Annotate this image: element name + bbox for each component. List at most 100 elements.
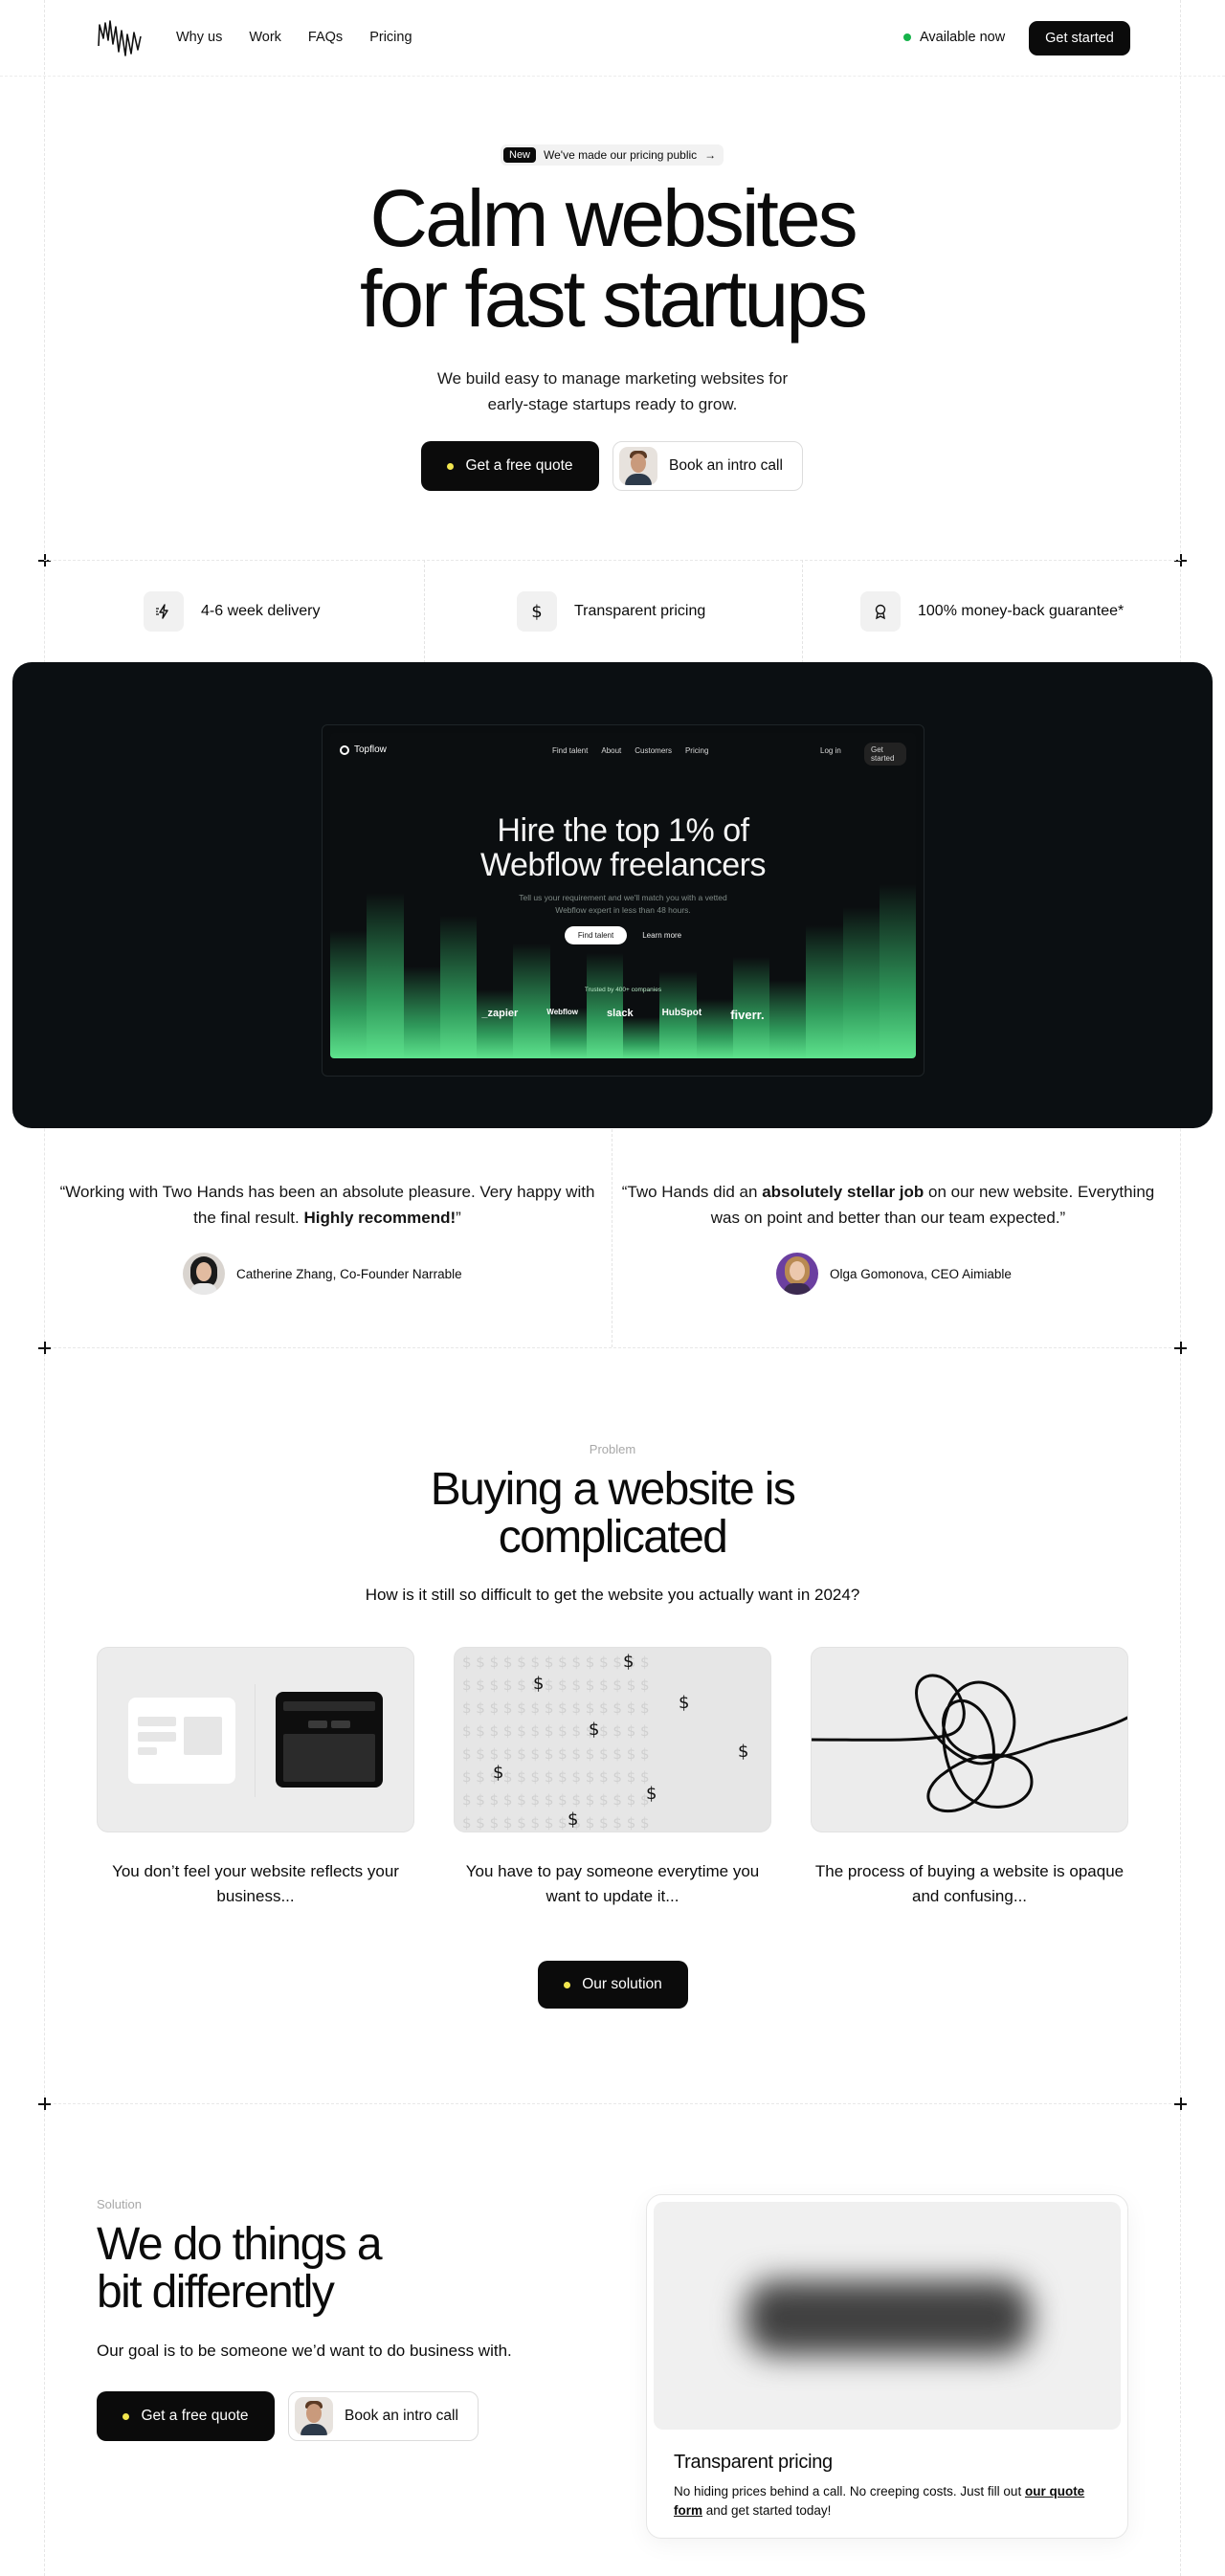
- feature-delivery: 4-6 week delivery: [144, 560, 321, 663]
- quote-emphasis: Highly recommend!: [303, 1209, 457, 1227]
- free-quote-button[interactable]: Get a free quote: [97, 2391, 275, 2441]
- quote-text: ”: [456, 1209, 461, 1227]
- divider: [424, 560, 425, 663]
- quote-text: “Two Hands did an: [621, 1183, 763, 1201]
- problem-caption: The process of buying a website is opaqu…: [814, 1862, 1125, 1905]
- intro-call-button[interactable]: Book an intro call: [612, 441, 803, 491]
- mockup-login: Log in: [820, 746, 841, 755]
- light-site-illustration: [128, 1698, 235, 1784]
- nav-links: Why us Work FAQs Pricing: [176, 30, 412, 45]
- top-navigation: Why us Work FAQs Pricing Available now G…: [0, 0, 1225, 77]
- svg-text:$ $ $ $ $ $ $ $ $ $: $ $ $ $ $ $ $ $ $ $ $ $ $ $: [462, 1768, 650, 1786]
- hero-title-line: for fast startups: [360, 254, 868, 344]
- intro-call-label: Book an intro call: [669, 457, 783, 474]
- get-started-button[interactable]: Get started: [1029, 21, 1130, 56]
- free-quote-button[interactable]: Get a free quote: [421, 441, 599, 491]
- dark-site-illustration: [276, 1692, 383, 1788]
- solution-title-line: bit differently: [97, 2267, 335, 2318]
- new-badge: New: [503, 147, 537, 163]
- website-mockup[interactable]: Topflow Find talent About Customers Pric…: [322, 724, 924, 1077]
- divider: [802, 560, 803, 663]
- svg-text:$ $ $ $ $ $ $ $ $ $: $ $ $ $ $ $ $ $ $ $ $ $ $ $: [462, 1654, 650, 1671]
- hero-title: Calm websites for fast startups: [230, 178, 995, 339]
- plus-marker-icon: [1174, 1342, 1187, 1354]
- card-text-part: No hiding prices behind a call. No creep…: [674, 2484, 1025, 2498]
- hero-cta-row: Get a free quote Book an intro call: [421, 441, 803, 491]
- mockup-nav-link: Find talent: [552, 746, 589, 755]
- feature-label: Transparent pricing: [574, 603, 706, 619]
- blurred-preview-image: [654, 2202, 1121, 2430]
- card-text-part: and get started today!: [702, 2503, 832, 2518]
- mockup-nav-link: About: [601, 746, 622, 755]
- plus-marker-icon: [1174, 2098, 1187, 2110]
- intro-call-label: Book an intro call: [345, 2408, 458, 2424]
- author-name: Olga Gomonova, CEO Aimiable: [830, 1266, 1012, 1281]
- dot-icon: [122, 2412, 130, 2420]
- hubspot-logo: HubSpot: [661, 1008, 702, 1018]
- svg-text:$ $ $ $ $ $ $ $ $ $: $ $ $ $ $ $ $ $ $ $ $ $ $ $: [462, 1677, 650, 1694]
- webflow-logo: Webflow: [546, 1008, 579, 1016]
- feature-pricing: $ Transparent pricing: [517, 560, 705, 663]
- topflow-logo-icon: [340, 744, 349, 755]
- card-title: Transparent pricing: [674, 2452, 833, 2473]
- author-name: Catherine Zhang, Co-Founder Narrable: [236, 1266, 462, 1281]
- mockup-title-line: Webflow freelancers: [480, 847, 766, 883]
- svg-text:$ $ $ $ $ $ $ $ $ $: $ $ $ $ $ $ $ $ $ $ $ $ $ $: [462, 1745, 650, 1763]
- avatar: [183, 1253, 225, 1295]
- award-icon: [860, 591, 901, 632]
- svg-text:$: $: [533, 1674, 544, 1694]
- hero-subtitle-line: early-stage startups ready to grow.: [487, 395, 738, 413]
- testimonial-quote: “Two Hands did an absolutely stellar job…: [620, 1179, 1156, 1231]
- announcement-badge[interactable]: New We've made our pricing public →: [501, 144, 724, 166]
- arrow-right-icon: →: [704, 148, 717, 162]
- problem-subtitle: How is it still so difficult to get the …: [365, 1586, 860, 1604]
- nav-link-faqs[interactable]: FAQs: [308, 30, 343, 45]
- our-solution-button[interactable]: Our solution: [538, 1961, 688, 2009]
- zapier-logo: _zapier: [481, 1008, 519, 1019]
- dollar-grid-illustration: $ $ $ $ $ $ $ $ $ $ $ $ $ $ $ $ $ $ $ $ …: [462, 1652, 748, 1832]
- mockup-subtitle: Tell us your requirement and we'll match…: [330, 892, 916, 917]
- nav-link-why-us[interactable]: Why us: [176, 30, 222, 45]
- problem-card-payments: $ $ $ $ $ $ $ $ $ $ $ $ $ $ $ $ $ $ $ $ …: [454, 1647, 771, 1832]
- mockup-client-logos: _zapier Webflow slack HubSpot fiverr.: [330, 1008, 916, 1022]
- mockup-learn-more-link: Learn more: [642, 931, 682, 940]
- mockup-buttons: Find talent Learn more: [330, 926, 916, 944]
- svg-text:$ $ $ $ $ $ $ $ $ $: $ $ $ $ $ $ $ $ $ $ $ $ $ $: [462, 1791, 650, 1809]
- testimonial-author: Olga Gomonova, CEO Aimiable: [776, 1253, 1012, 1295]
- two-hands-logo[interactable]: [96, 17, 144, 59]
- intro-call-button[interactable]: Book an intro call: [288, 2391, 479, 2441]
- mockup-subtitle-line: Tell us your requirement and we'll match…: [519, 893, 727, 902]
- lightning-icon: [144, 591, 184, 632]
- solution-cta-row: Get a free quote Book an intro call: [97, 2391, 479, 2441]
- solution-eyebrow: Solution: [97, 2197, 142, 2211]
- svg-text:$: $: [493, 1763, 503, 1783]
- mockup-nav-link: Pricing: [684, 746, 709, 755]
- feature-label: 4-6 week delivery: [201, 603, 321, 619]
- problem-title: Buying a website is complicated: [325, 1466, 900, 1562]
- svg-text:$: $: [679, 1693, 689, 1713]
- svg-text:$ $ $ $ $ $ $ $ $ $: $ $ $ $ $ $ $ $ $ $ $ $ $ $: [462, 1722, 650, 1740]
- hero-title-line: Calm websites: [369, 173, 858, 263]
- mockup-brand: Topflow: [354, 744, 387, 755]
- svg-text:$ $ $ $ $ $ $ $ $ $: $ $ $ $ $ $ $ $ $ $ $ $ $ $: [462, 1814, 650, 1832]
- problem-caption: You have to pay someone everytime you wa…: [465, 1862, 760, 1905]
- free-quote-label: Get a free quote: [141, 2408, 249, 2424]
- section-divider: [44, 2103, 1181, 2104]
- mockup-screen: Topflow Find talent About Customers Pric…: [330, 733, 916, 1058]
- mockup-title: Hire the top 1% of Webflow freelancers: [330, 813, 916, 882]
- nav-link-pricing[interactable]: Pricing: [369, 30, 412, 45]
- svg-text:$ $ $ $ $ $ $ $ $ $: $ $ $ $ $ $ $ $ $ $ $ $ $ $: [462, 1699, 650, 1717]
- availability-status: Available now: [903, 30, 1005, 45]
- avatar: [619, 447, 657, 485]
- svg-text:$: $: [589, 1720, 599, 1740]
- free-quote-label: Get a free quote: [465, 457, 573, 474]
- svg-text:$: $: [646, 1784, 657, 1804]
- transparent-pricing-card: Transparent pricing No hiding prices beh…: [646, 2194, 1128, 2539]
- nav-link-work[interactable]: Work: [249, 30, 281, 45]
- section-divider: [44, 1347, 1181, 1348]
- feature-guarantee: 100% money-back guarantee*: [860, 560, 1124, 663]
- plus-marker-icon: [38, 2098, 51, 2110]
- fiverr-logo: fiverr.: [730, 1008, 765, 1022]
- mockup-subtitle-line: Webflow expert in less than 48 hours.: [555, 905, 691, 915]
- status-dot-icon: [903, 33, 911, 41]
